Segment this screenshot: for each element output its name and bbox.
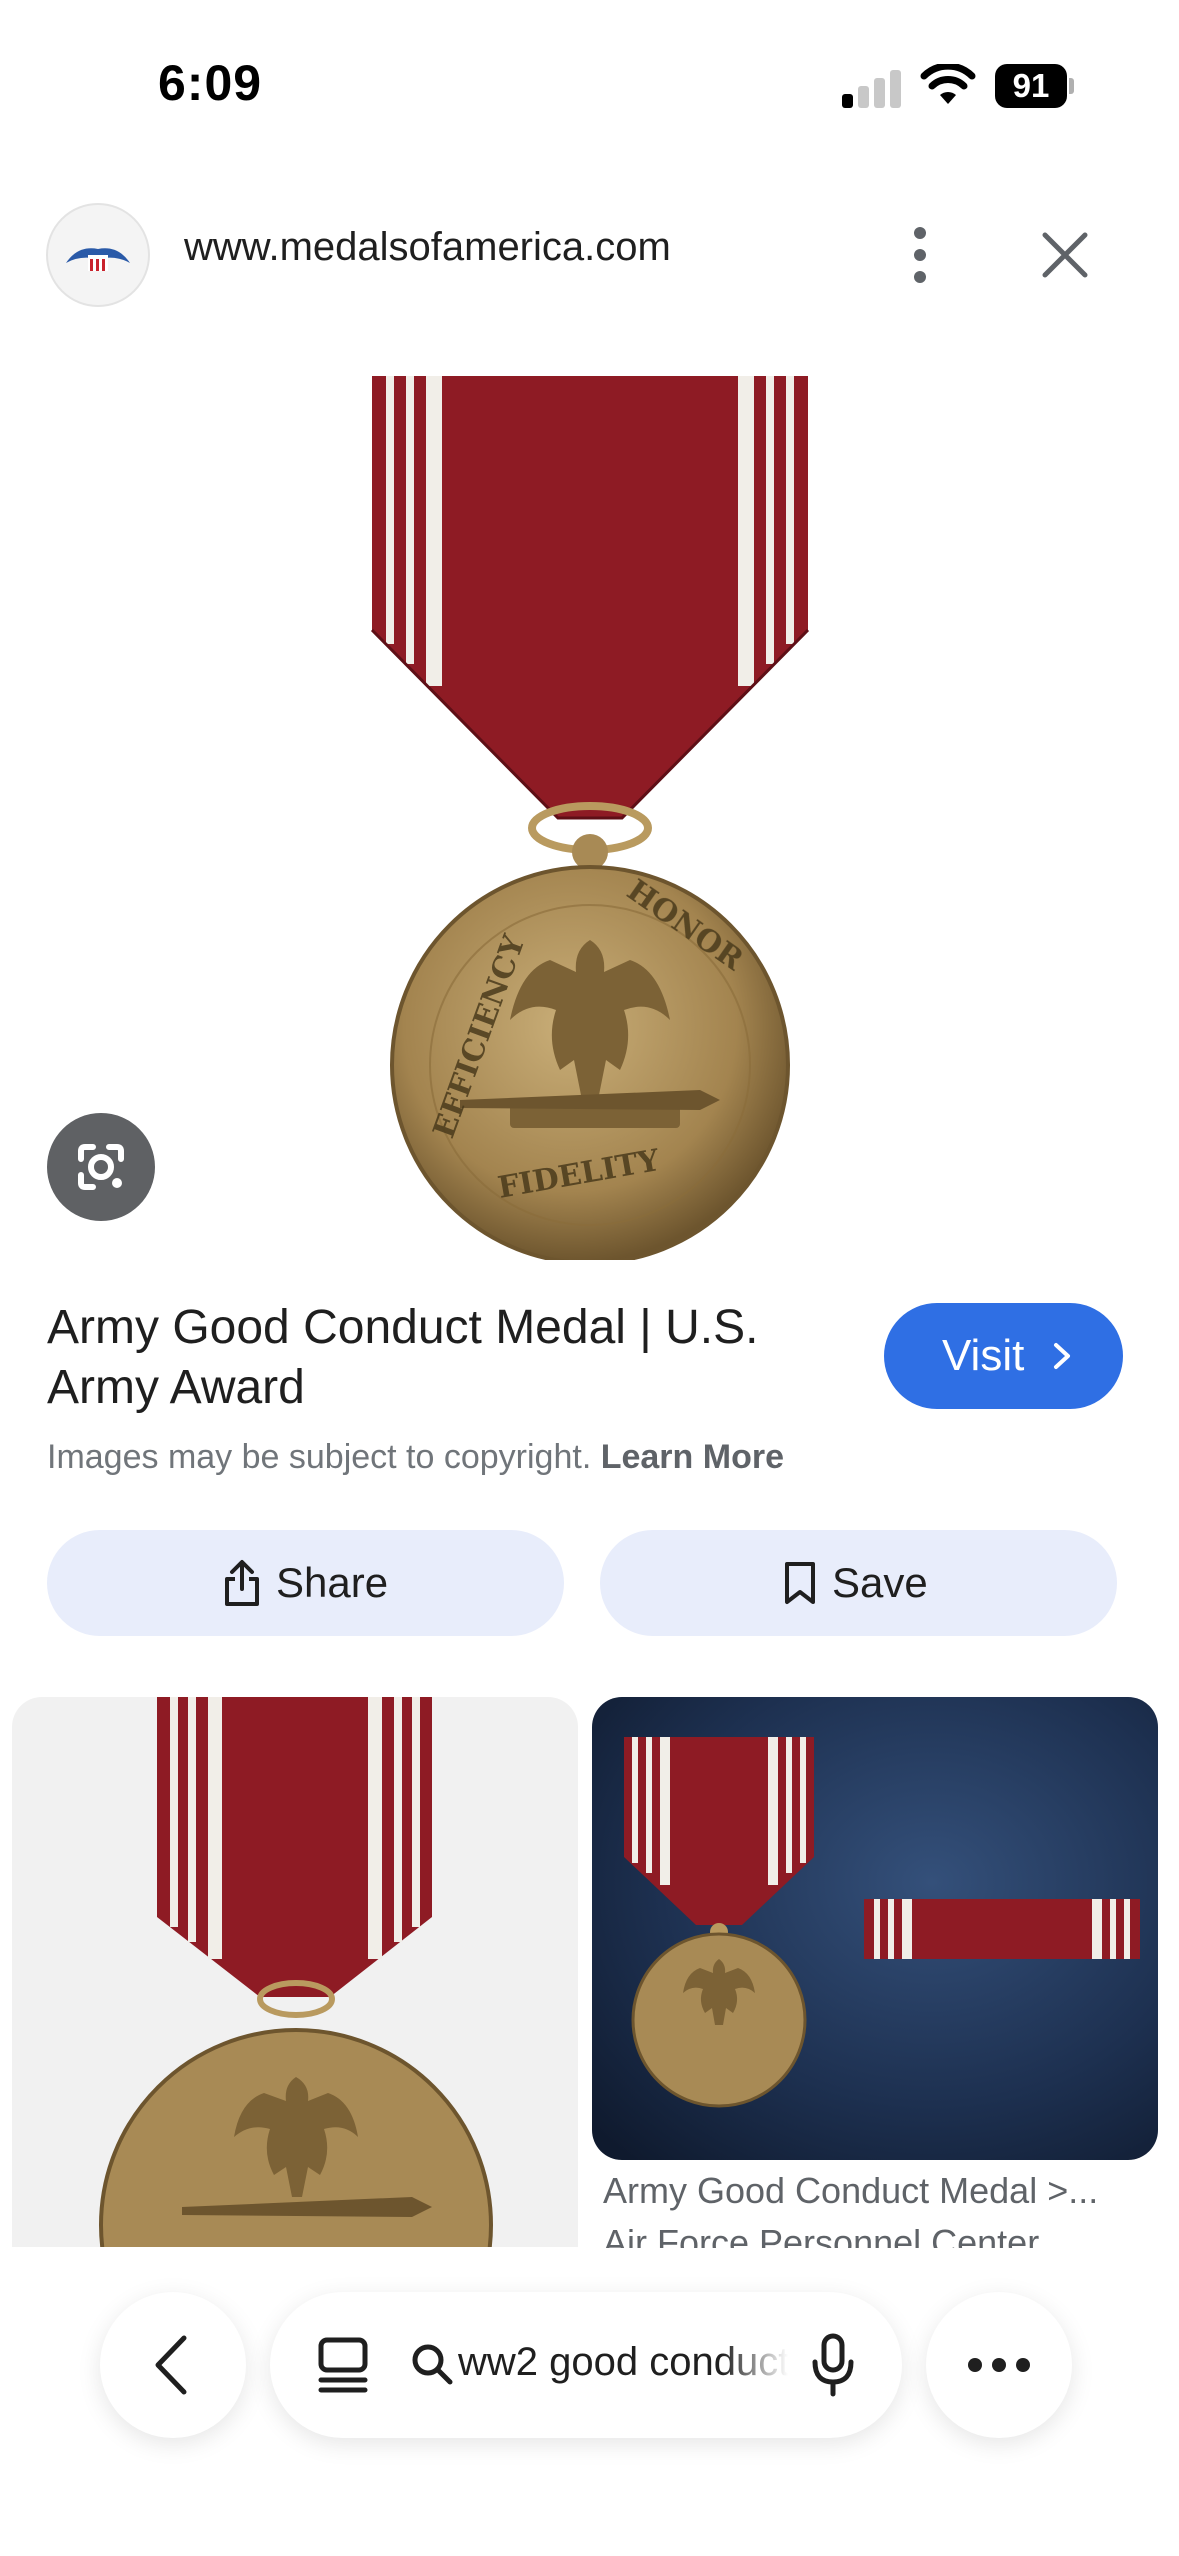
related-medal-image (99, 1697, 493, 2247)
wifi-icon (920, 64, 976, 104)
save-label: Save (832, 1559, 928, 1606)
more-options-icon[interactable] (895, 221, 945, 289)
related-result-title[interactable]: Army Good Conduct Medal >... (603, 2170, 1163, 2212)
cellular-signal-icon (842, 68, 902, 108)
site-url[interactable]: www.medalsofamerica.com (184, 225, 671, 270)
share-button[interactable]: Share (47, 1530, 564, 1636)
battery-icon: 91 (995, 64, 1074, 108)
site-header: www.medalsofamerica.com (0, 195, 1179, 315)
more-horiz-icon[interactable] (926, 2292, 1072, 2438)
share-label: Share (276, 1559, 389, 1606)
related-result-image[interactable] (592, 1697, 1158, 2160)
copyright-notice: Images may be subject to copyright. Lear… (47, 1438, 784, 1477)
mic-icon[interactable] (810, 2332, 856, 2398)
google-lens-button[interactable] (47, 1113, 155, 1221)
status-time: 6:09 (158, 55, 263, 111)
google-lens-icon (78, 1144, 124, 1190)
medal-image[interactable]: EFFICIENCY HONOR FIDELITY (360, 360, 820, 1260)
related-result-card[interactable] (12, 1697, 578, 2247)
visit-label: Visit (942, 1331, 1025, 1380)
save-button[interactable]: Save (600, 1530, 1117, 1636)
search-bar[interactable]: ww2 good conduct medal (270, 2292, 902, 2438)
back-button[interactable] (100, 2292, 246, 2438)
status-bar: 6:09 91 (0, 0, 1179, 150)
battery-level: 91 (1012, 67, 1050, 104)
chevron-left-icon (155, 2335, 187, 2395)
search-query[interactable]: ww2 good conduct medal (458, 2340, 788, 2385)
related-result-source: Air Force Personnel Center (603, 2222, 1040, 2248)
search-icon (412, 2344, 453, 2385)
tabs-icon[interactable] (315, 2336, 371, 2394)
related-medal-ribbon-image (592, 1697, 1158, 2160)
copyright-text: Images may be subject to copyright. (47, 1438, 592, 1476)
site-favicon-icon[interactable] (46, 203, 150, 307)
chevron-right-icon (1054, 1343, 1070, 1369)
close-icon[interactable] (1035, 225, 1095, 285)
learn-more-link[interactable]: Learn More (601, 1438, 784, 1476)
result-title[interactable]: Army Good Conduct Medal | U.S. Army Awar… (47, 1298, 827, 1418)
visit-button[interactable]: Visit (884, 1303, 1123, 1409)
share-icon (225, 1560, 259, 1606)
bookmark-icon (785, 1562, 815, 1604)
